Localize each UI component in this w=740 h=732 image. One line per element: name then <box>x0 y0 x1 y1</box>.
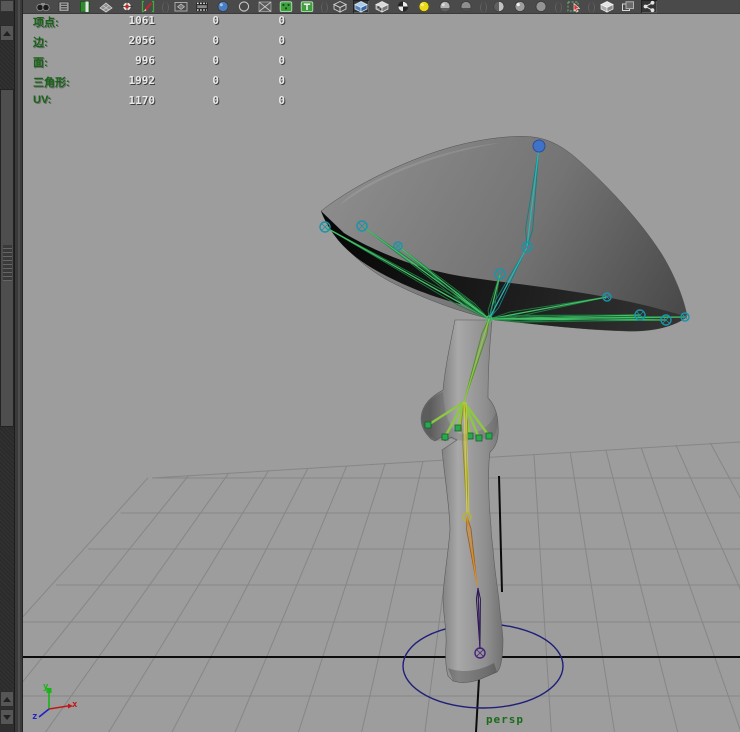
hud-value: 0 <box>245 14 285 27</box>
xray-cube-icon[interactable] <box>599 0 615 13</box>
hud-value: 0 <box>245 54 285 67</box>
hud-value: 1061 <box>95 14 155 27</box>
textured-cube-icon[interactable] <box>374 0 390 13</box>
hud-value: 0 <box>245 74 285 87</box>
binoculars-icon[interactable] <box>35 0 51 13</box>
panel-corner-box <box>0 0 14 12</box>
toolbar-group-separator <box>555 2 562 13</box>
dark-sphere-icon[interactable] <box>458 0 474 13</box>
skirt-joint[interactable] <box>442 434 448 440</box>
polycount-row-edges: 边: 2056 0 0 <box>0 34 330 52</box>
wireframe-cube-icon[interactable] <box>332 0 348 13</box>
toolbar-group-separator <box>321 2 328 13</box>
hud-value: 0 <box>245 34 285 47</box>
polycount-row-uv: UV: 1170 0 0 <box>0 94 330 112</box>
skirt-joint[interactable] <box>425 422 431 428</box>
snap-target-icon[interactable] <box>119 0 135 13</box>
hud-value: 0 <box>179 74 219 87</box>
scroll-down-button[interactable] <box>0 709 14 725</box>
panel-splitter[interactable] <box>14 0 23 732</box>
specular-sphere-icon[interactable] <box>512 0 528 13</box>
viewport-background <box>23 14 740 732</box>
cap-top-joint[interactable] <box>533 140 545 152</box>
axis-x-label: x <box>72 700 77 710</box>
xray-overlap-icon[interactable] <box>620 0 636 13</box>
xray-joints-icon[interactable] <box>641 0 657 13</box>
light-sphere-icon[interactable] <box>416 0 432 13</box>
hud-value: 2056 <box>95 34 155 47</box>
triangle-up-icon <box>3 31 11 36</box>
hud-value: 1992 <box>95 74 155 87</box>
hud-label: 项点: <box>33 14 59 30</box>
hud-label: 三角形: <box>33 74 70 90</box>
shadow-sphere-icon[interactable] <box>437 0 453 13</box>
image-plane-icon[interactable] <box>98 0 114 13</box>
axis-z-label: z <box>32 712 37 722</box>
skirt-joint[interactable] <box>486 433 492 439</box>
hud-value: 996 <box>95 54 155 67</box>
field-chart-icon[interactable] <box>278 0 294 13</box>
gate-mask-x-icon[interactable] <box>257 0 273 13</box>
safe-title-icon[interactable] <box>299 0 315 13</box>
skirt-joint[interactable] <box>476 435 482 441</box>
film-gate-icon[interactable] <box>173 0 189 13</box>
scroll-up-button[interactable] <box>0 25 14 41</box>
hud-value: 1170 <box>95 94 155 107</box>
triangle-down-icon <box>3 715 11 720</box>
hud-value: 0 <box>179 14 219 27</box>
hud-value: 0 <box>179 34 219 47</box>
shaded-cube-icon[interactable] <box>353 0 369 13</box>
left-panel-edge <box>0 0 23 732</box>
checker-sphere-icon[interactable] <box>395 0 411 13</box>
scrollbar-thumb[interactable] <box>0 89 14 427</box>
hud-value: 0 <box>179 94 219 107</box>
attr-list-icon[interactable] <box>56 0 72 13</box>
skirt-joint[interactable] <box>455 425 461 431</box>
skirt-joint[interactable] <box>467 433 473 439</box>
polycount-row-faces: 面: 996 0 0 <box>0 54 330 72</box>
viewport-toolbar <box>23 0 740 14</box>
circle-outline-icon[interactable] <box>236 0 252 13</box>
maya-viewport-window: 项点: 1061 0 0 边: 2056 0 0 面: 996 0 0 三角形:… <box>0 0 740 732</box>
splitter-highlight <box>18 0 20 732</box>
toolbar-group-separator <box>480 2 487 13</box>
film-strip-icon[interactable] <box>194 0 210 13</box>
grease-pencil-icon[interactable] <box>140 0 156 13</box>
toolbar-group-separator <box>162 2 169 13</box>
half-sphere-icon[interactable] <box>491 0 507 13</box>
triangle-up-icon <box>3 697 11 702</box>
hud-value: 0 <box>179 54 219 67</box>
scrollbar-grip <box>3 245 12 281</box>
polycount-row-vertices: 项点: 1061 0 0 <box>0 14 330 32</box>
isolate-select-icon[interactable] <box>566 0 582 13</box>
camera-name-label: persp <box>470 713 540 726</box>
toolbar-group-separator <box>588 2 595 13</box>
shaded-sphere-icon[interactable] <box>215 0 231 13</box>
scrollbar-track[interactable] <box>0 41 14 690</box>
hud-value: 0 <box>245 94 285 107</box>
scroll-up-button-bottom[interactable] <box>0 691 14 707</box>
axis-y-label: y <box>43 682 48 692</box>
hud-label: 面: <box>33 54 48 70</box>
hud-label: 边: <box>33 34 48 50</box>
matte-sphere-icon[interactable] <box>533 0 549 13</box>
polycount-row-triangles: 三角形: 1992 0 0 <box>0 74 330 92</box>
hud-label: UV: <box>33 94 51 106</box>
bookmark-icon[interactable] <box>77 0 93 13</box>
